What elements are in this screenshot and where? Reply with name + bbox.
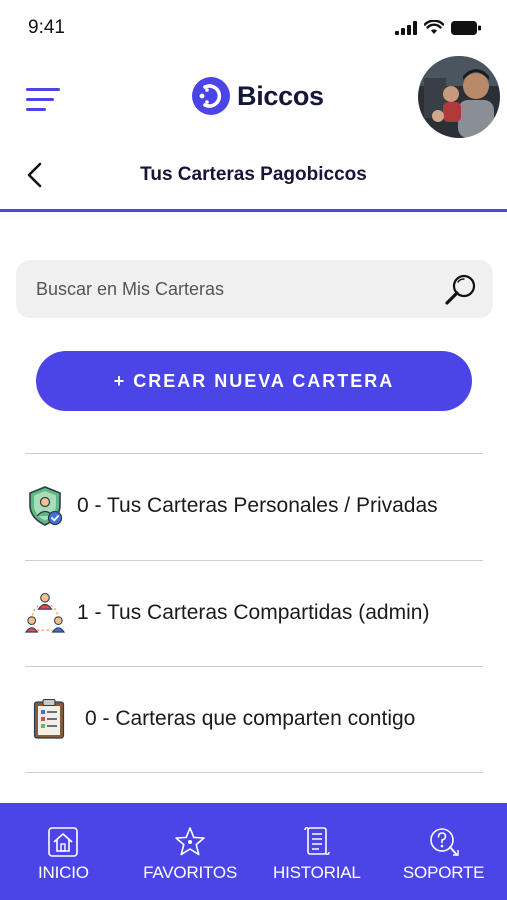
status-time: 9:41	[28, 17, 65, 38]
shared-users-icon	[25, 591, 65, 635]
nav-item-historial[interactable]: HISTORIAL	[254, 803, 381, 900]
list-item-shared-with-you[interactable]: 0 - Carteras que comparten contigo	[25, 667, 483, 771]
divider	[25, 772, 483, 773]
title-bar: Tus Carteras Pagobiccos	[0, 148, 507, 212]
list-item-personal-wallets[interactable]: 0 - Tus Carteras Personales / Privadas	[25, 454, 483, 558]
status-icons	[395, 20, 481, 35]
nav-item-favoritos[interactable]: FAVORITOS	[127, 803, 254, 900]
nav-label: INICIO	[38, 863, 89, 882]
support-icon	[429, 828, 459, 856]
menu-button[interactable]	[26, 86, 62, 114]
create-wallet-button[interactable]: + CREAR NUEVA CARTERA	[36, 351, 472, 411]
clipboard-icon	[29, 697, 69, 741]
list-item-label: 0 - Carteras que comparten contigo	[85, 707, 416, 730]
search-box	[16, 260, 493, 318]
list-item-label: 0 - Tus Carteras Personales / Privadas	[77, 494, 438, 517]
hamburger-menu-icon	[26, 88, 60, 91]
nav-item-soporte[interactable]: SOPORTE	[380, 803, 507, 900]
shield-user-icon	[25, 484, 65, 528]
app-header: Biccos	[0, 56, 507, 148]
nav-label: SOPORTE	[402, 863, 485, 882]
scroll-icon	[304, 826, 330, 856]
avatar[interactable]	[418, 56, 500, 138]
user-avatar-photo	[418, 56, 500, 138]
bottom-nav: INICIO FAVORITOS HISTORIAL SOPORTE	[0, 803, 507, 900]
nav-item-inicio[interactable]: INICIO	[0, 803, 127, 900]
page-title: Tus Carteras Pagobiccos	[140, 164, 367, 185]
star-icon	[175, 827, 205, 856]
brand-logo: Biccos	[191, 76, 324, 116]
list-item-shared-wallets[interactable]: 1 - Tus Carteras Compartidas (admin)	[25, 561, 483, 665]
battery-icon	[451, 20, 481, 35]
list-item-label: 1 - Tus Carteras Compartidas (admin)	[77, 601, 430, 624]
signal-icon	[395, 20, 417, 35]
wifi-icon	[424, 20, 444, 34]
search-icon[interactable]	[443, 272, 479, 308]
brand-name: Biccos	[237, 80, 324, 111]
biccos-logo-icon	[192, 77, 230, 115]
nav-label: HISTORIAL	[273, 863, 361, 882]
status-bar: 9:41	[0, 0, 507, 56]
search-input[interactable]	[36, 260, 436, 318]
nav-label: FAVORITOS	[143, 863, 238, 882]
home-icon	[48, 827, 79, 857]
